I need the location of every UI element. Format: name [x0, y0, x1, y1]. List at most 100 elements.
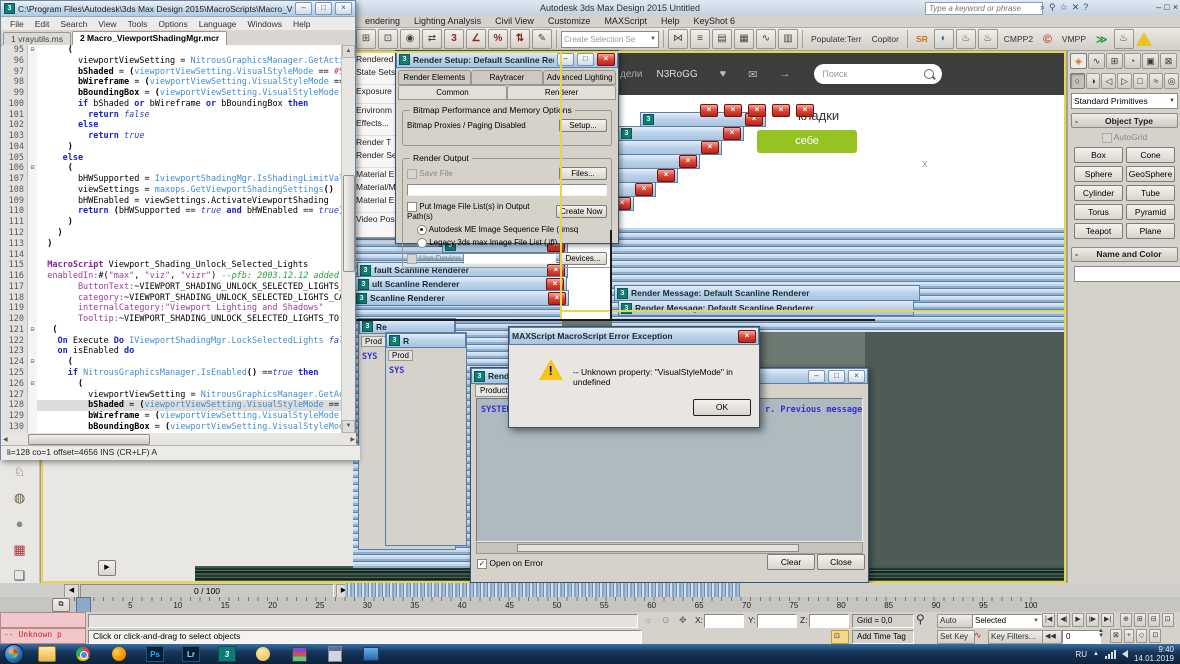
double-chevron-icon[interactable]: ≫	[1092, 33, 1112, 46]
panel-tab-icon[interactable]: ▣	[1142, 53, 1159, 69]
document-tab[interactable]: 2 Macro_ViewportShadingMgr.mcr	[72, 31, 227, 45]
render-setup-titlebar[interactable]: 3 Render Setup: Default Scanline Rendere…	[396, 51, 618, 68]
taskbar-app-button[interactable]	[318, 645, 352, 663]
textured-sphere-icon[interactable]: ◍	[9, 488, 31, 508]
ifl-radio[interactable]	[417, 238, 427, 248]
browser-green-button[interactable]: себе	[757, 130, 857, 153]
autogrid-checkbox[interactable]	[1102, 133, 1112, 143]
warning-icon[interactable]	[1136, 32, 1152, 46]
copyright-icon[interactable]: ©	[1039, 32, 1056, 46]
playback-button[interactable]: |◀	[1042, 613, 1055, 627]
max-window-buttons[interactable]: – □ ×	[1156, 2, 1178, 12]
primitive-button[interactable]: Teapot	[1074, 223, 1123, 239]
nav-button[interactable]: ⊠	[1110, 629, 1122, 643]
close-icon[interactable]: ×	[679, 155, 697, 168]
x-coord-field[interactable]	[704, 614, 744, 628]
put-image-list-checkbox[interactable]	[407, 202, 417, 212]
close-icon[interactable]: ×	[335, 2, 352, 15]
primitive-button[interactable]: Box	[1074, 147, 1123, 163]
create-now-button[interactable]: Create Now	[556, 205, 607, 218]
setup-button[interactable]: Setup...	[559, 119, 607, 132]
toolbar-icon[interactable]: ⊞	[356, 29, 376, 49]
menu-item[interactable]: Options	[153, 19, 192, 29]
palette-grid-icon[interactable]: ▦	[9, 540, 31, 560]
toolbar-icon[interactable]: ⇄	[422, 29, 442, 49]
playback-button[interactable]: |▶	[1086, 613, 1099, 627]
category-icon[interactable]: ◁	[1101, 73, 1116, 89]
key-filters-button[interactable]: Key Filters...	[988, 630, 1046, 644]
viewport-bottom-right[interactable]	[865, 330, 1065, 583]
open-on-error-checkbox[interactable]: ✓	[477, 559, 487, 569]
menu-item[interactable]: Customize	[541, 16, 598, 26]
close-icon[interactable]: ×	[738, 330, 756, 343]
toolbar-icon[interactable]: ∠	[466, 29, 486, 49]
nav-button[interactable]: ⊕	[1120, 613, 1132, 627]
panel-tab-icon[interactable]: ◈	[1070, 53, 1087, 69]
cascade-window-titlebar[interactable]: 3Render Message: Default Scanline Render…	[618, 300, 914, 316]
track-bar-mode-icon[interactable]: ⧉	[52, 598, 70, 612]
menu-item[interactable]: Civil View	[488, 16, 541, 26]
save-file-checkbox[interactable]	[407, 169, 417, 179]
menu-item[interactable]: View	[93, 19, 121, 29]
lightbulb-icon[interactable]: ☼	[644, 615, 652, 625]
category-icon[interactable]: ▷	[1117, 73, 1132, 89]
menu-item[interactable]: Lighting Analysis	[407, 16, 488, 26]
taskbar-app-button[interactable]	[246, 645, 280, 663]
menu-item[interactable]: Exposure	[350, 84, 397, 98]
cascade-window-titlebar[interactable]: 3Scanline Renderer×	[353, 290, 569, 306]
menu-item[interactable]: State Sets	[350, 66, 397, 79]
material-horse-icon[interactable]: ♘	[9, 462, 31, 482]
nav-button[interactable]: ⊞	[1134, 613, 1146, 627]
primitive-type-dropdown[interactable]: Standard Primitives ▼	[1071, 93, 1178, 109]
taskbar-app-button[interactable]: 3	[210, 645, 244, 663]
maximize-icon[interactable]: □	[577, 53, 594, 66]
nav-button[interactable]: ⊟	[1148, 613, 1160, 627]
primitive-button[interactable]: Cone	[1126, 147, 1175, 163]
scroll-down-icon[interactable]: ▼	[342, 420, 355, 433]
close-icon[interactable]: ×	[723, 127, 741, 140]
sphere-icon[interactable]: ●	[9, 514, 31, 534]
menu-item[interactable]: MAXScript	[597, 16, 654, 26]
category-icon[interactable]: ◑	[1086, 73, 1101, 89]
selection-set-dropdown[interactable]: Selected ▼	[972, 614, 1042, 628]
taskbar-app-button[interactable]	[102, 645, 136, 663]
restore-icon[interactable]: □	[1164, 2, 1169, 12]
menu-item[interactable]: Material E	[350, 167, 397, 181]
track-bar-thumb[interactable]	[76, 597, 91, 613]
nav-button[interactable]: +	[1124, 629, 1134, 643]
taskbar-app-button[interactable]: Lr	[174, 645, 208, 663]
cascade-mini-window[interactable]: 3×	[618, 126, 744, 141]
taskbar-app-button[interactable]	[282, 645, 316, 663]
browser-username[interactable]: N3RoGG	[657, 69, 698, 80]
close-icon[interactable]: ×	[597, 53, 615, 66]
maximize-icon[interactable]: □	[828, 370, 845, 383]
key-icon[interactable]: ⚲	[916, 612, 925, 626]
move-gizmo-icon[interactable]: ✥	[679, 615, 687, 626]
primitive-button[interactable]: Tube	[1126, 185, 1175, 201]
tab[interactable]: Advanced Lighting	[543, 70, 616, 85]
taskbar-app-button[interactable]: Ps	[138, 645, 172, 663]
mini-listener-top[interactable]	[0, 612, 86, 628]
toolbar-icon[interactable]: ✎	[532, 29, 552, 49]
volume-icon[interactable]	[1122, 650, 1128, 658]
menu-item[interactable]: Language	[194, 19, 242, 29]
help-icon[interactable]: ?	[1083, 2, 1088, 13]
nav-button[interactable]: ⊡	[1162, 613, 1174, 627]
close-icon[interactable]: ×	[657, 169, 675, 182]
go-to-start-button[interactable]: ◀◀	[1042, 630, 1062, 644]
key-icon[interactable]: ⚲	[1049, 2, 1056, 13]
key-mode-curve-icon[interactable]: ∿	[974, 630, 982, 641]
close-icon[interactable]: ×	[701, 141, 719, 154]
category-icon[interactable]: ◎	[1164, 73, 1179, 89]
scroll-left-icon[interactable]: ◀	[3, 436, 8, 443]
close-icon[interactable]: ×	[796, 104, 814, 117]
star-icon[interactable]: ☆	[1060, 2, 1068, 13]
close-icon[interactable]: ×	[1173, 2, 1178, 12]
taskbar-app-button[interactable]	[30, 645, 64, 663]
close-icon[interactable]: ×	[548, 292, 566, 305]
tray-expand-icon[interactable]: ▲	[1093, 651, 1099, 657]
primitive-button[interactable]: GeoSphere	[1126, 166, 1175, 182]
scroll-thumb[interactable]	[28, 434, 150, 445]
toolbar-icon[interactable]: ≡	[690, 29, 710, 49]
toolbar-icon[interactable]: 3	[444, 29, 464, 49]
